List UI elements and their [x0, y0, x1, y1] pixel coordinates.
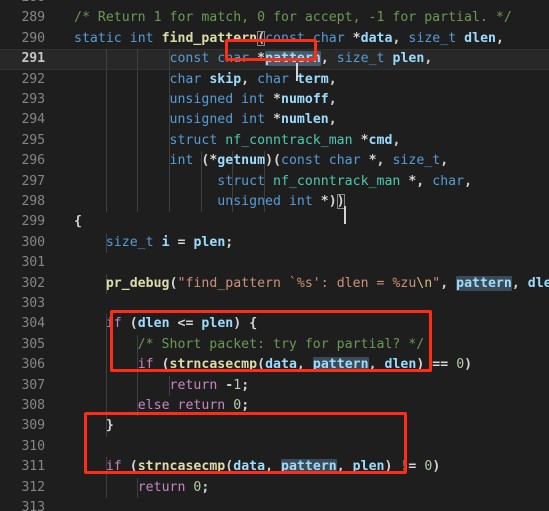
line-content[interactable]: unsigned int *numoff,	[74, 90, 337, 110]
line-number: 307	[21, 377, 45, 393]
line-background	[0, 253, 549, 273]
line-content[interactable]: int (*getnum)(const char *, size_t,	[74, 151, 449, 171]
line-number: 293	[21, 92, 45, 107]
code-line[interactable]: 308 else return 0;	[0, 396, 549, 417]
line-content[interactable]: if (strncasecmp(data, pattern, dlen) == …	[74, 355, 472, 375]
line-number: 309	[21, 418, 45, 434]
line-number: 302	[21, 275, 45, 291]
code-line[interactable]: 291 const char *pattern, size_t plen,	[0, 49, 549, 82]
line-number: 291	[21, 51, 45, 67]
line-number: 311	[21, 459, 45, 475]
code-editor[interactable]: 288 289 /* Return 1 for match, 0 for accep…	[0, 0, 549, 511]
line-number: 308	[21, 398, 45, 413]
line-content[interactable]: return -1;	[74, 376, 250, 396]
code-line[interactable]: 307 return -1;	[0, 375, 549, 396]
line-content[interactable]: size_t i = plen;	[74, 233, 233, 253]
code-line[interactable]: 301	[0, 253, 549, 273]
line-number: 304	[21, 316, 45, 332]
code-line[interactable]: 295 struct nf_conntrack_man *cmd,	[0, 130, 549, 152]
line-number: 300	[21, 234, 45, 250]
line-background	[0, 212, 549, 232]
line-content[interactable]: /* Short packet: try for partial? */	[74, 335, 425, 355]
code-line[interactable]: 292 char skip, char term,	[0, 69, 549, 90]
code-line[interactable]: 288	[0, 0, 549, 8]
line-content[interactable]: unsigned int *))	[74, 192, 346, 224]
line-number: 294	[21, 112, 45, 128]
code-line[interactable]: 306 if (strncasecmp(data, pattern, dlen)…	[0, 355, 549, 376]
code-line[interactable]: 298 unsigned int *))	[0, 192, 549, 224]
line-content[interactable]: else return 0;	[74, 396, 249, 416]
line-background	[0, 437, 549, 457]
code-line[interactable]: 310	[0, 437, 549, 457]
line-content[interactable]: if (strncasecmp(data, pattern, plen) != …	[74, 457, 440, 477]
code-line[interactable]: 290 static int find_pattern(const char *d…	[0, 29, 549, 49]
code-line[interactable]: 309 }	[0, 416, 549, 437]
code-line[interactable]: 293 unsigned int *numoff,	[0, 90, 549, 111]
code-line[interactable]: 300 size_t i = plen;	[0, 232, 549, 254]
line-number: 295	[21, 132, 45, 148]
line-number: 305	[21, 336, 45, 352]
code-line[interactable]: 303	[0, 294, 549, 314]
line-content[interactable]: return 0;	[74, 478, 210, 498]
line-number: 297	[21, 173, 45, 189]
code-line[interactable]: 304 if (dlen <= plen) {	[0, 314, 549, 335]
line-number: 313	[21, 500, 45, 511]
line-content[interactable]: const char *pattern, size_t plen,	[74, 49, 432, 82]
line-number: 296	[21, 153, 45, 169]
code-line[interactable]: 305 /* Short packet: try for partial? */	[0, 334, 549, 356]
line-number: 298	[21, 194, 45, 209]
line-content[interactable]: static int find_pattern(const char *data…	[74, 29, 504, 49]
code-line[interactable]: 312 return 0;	[0, 477, 549, 498]
line-content[interactable]: {	[74, 212, 82, 232]
line-number: 299	[21, 214, 45, 230]
line-background	[0, 498, 549, 511]
code-line[interactable]: 313	[0, 498, 549, 511]
line-number: 289	[21, 10, 45, 26]
line-content[interactable]: pr_debug("find_pattern `%s': dlen = %zu\…	[74, 274, 549, 294]
code-line[interactable]: 294 unsigned int *numlen,	[0, 110, 549, 131]
line-number: 303	[21, 296, 45, 311]
line-number: 288	[0, 0, 58, 8]
line-content[interactable]: struct nf_conntrack_man *cmd,	[74, 131, 401, 151]
line-content[interactable]: /* Return 1 for match, 0 for accept, -1 …	[74, 8, 512, 28]
line-number: 306	[21, 357, 45, 373]
code-line[interactable]: 302 pr_debug("find_pattern `%s': dlen = …	[0, 273, 549, 294]
line-number: 290	[21, 30, 45, 46]
line-content[interactable]: struct nf_conntrack_man *, char,	[74, 172, 472, 192]
code-line[interactable]: 297 struct nf_conntrack_man *, char,	[0, 171, 549, 192]
code-line[interactable]: 296 int (*getnum)(const char *, size_t,	[0, 151, 549, 172]
code-line[interactable]: 289 /* Return 1 for match, 0 for accept, …	[0, 8, 549, 28]
line-content[interactable]: if (dlen <= plen) {	[74, 314, 257, 334]
line-content[interactable]: char skip, char term,	[74, 70, 337, 90]
line-background	[0, 0, 549, 8]
line-number: 301	[21, 255, 45, 271]
line-number: 312	[21, 479, 45, 495]
line-content[interactable]: unsigned int *numlen,	[74, 110, 337, 130]
line-number: 310	[21, 438, 45, 454]
line-number: 292	[21, 71, 45, 87]
line-background	[0, 294, 549, 314]
code-line[interactable]: 299 {	[0, 212, 549, 232]
line-content[interactable]: }	[74, 416, 114, 436]
code-line[interactable]: 311 if (strncasecmp(data, pattern, plen)…	[0, 457, 549, 478]
